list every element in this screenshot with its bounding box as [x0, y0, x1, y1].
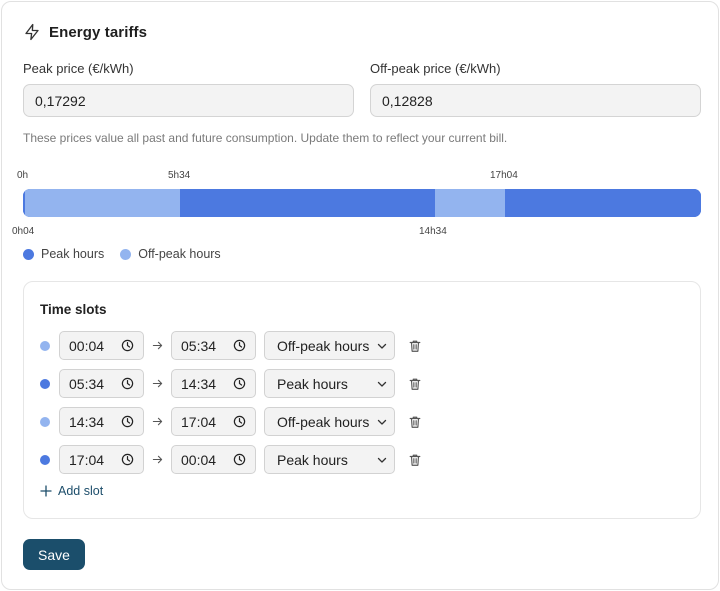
timeline-segment-peak [180, 189, 435, 217]
slot-end-time-input[interactable]: 05:34 [171, 331, 256, 360]
tariff-timeline: 0h 5h34 17h04 0h04 14h34 [12, 167, 701, 242]
offpeak-price-field: Off-peak price (€/kWh) [370, 61, 701, 117]
slot-type-select[interactable]: Off-peak hours [264, 331, 395, 360]
timeline-tick: 0h [17, 170, 29, 181]
peak-price-input[interactable] [23, 84, 354, 117]
trash-icon[interactable] [407, 338, 423, 354]
card-header: Energy tariffs [23, 23, 147, 41]
slot-start-time-input[interactable]: 14:34 [59, 407, 144, 436]
slot-end-time-value: 05:34 [181, 337, 217, 354]
slot-type-value: Off-peak hours [277, 337, 370, 354]
slot-start-time-input[interactable]: 17:04 [59, 445, 144, 474]
help-text: These prices value all past and future c… [23, 131, 508, 145]
trash-icon[interactable] [407, 414, 423, 430]
clock-icon[interactable] [121, 339, 134, 352]
arrow-right-icon [144, 416, 171, 427]
slot-type-dot [40, 416, 50, 427]
slot-type-value: Peak hours [277, 451, 348, 468]
slot-start-time-value: 05:34 [69, 375, 105, 392]
slot-type-dot [40, 378, 50, 389]
timeline-tick: 5h34 [168, 170, 191, 181]
timeline-segment-offpeak [434, 189, 506, 217]
slot-end-time-value: 14:34 [181, 375, 217, 392]
chevron-down-icon [377, 379, 387, 389]
time-slots-title: Time slots [40, 302, 107, 317]
slot-type-dot [40, 454, 50, 465]
offpeak-dot [120, 248, 132, 260]
clock-icon[interactable] [233, 339, 246, 352]
timeline-segment-offpeak [24, 189, 181, 217]
lightning-icon [23, 23, 41, 41]
timeline-tick: 14h34 [419, 226, 447, 237]
slot-end-time-input[interactable]: 00:04 [171, 445, 256, 474]
add-slot-button[interactable]: Add slot [40, 484, 103, 498]
chevron-down-icon [377, 341, 387, 351]
timeline-segment-peak [505, 189, 701, 217]
legend-label-peak: Peak hours [41, 247, 105, 261]
slot-type-value: Off-peak hours [277, 413, 370, 430]
timeline-tick: 17h04 [490, 170, 518, 181]
offpeak-price-label: Off-peak price (€/kWh) [370, 61, 501, 76]
time-slots-panel: Time slots 00:04 05:34 Off-peak hours 05… [23, 281, 701, 519]
offpeak-price-input[interactable] [370, 84, 701, 117]
trash-icon[interactable] [407, 452, 423, 468]
legend-label-offpeak: Off-peak hours [138, 247, 221, 261]
timeline-bar [23, 189, 701, 217]
save-button[interactable]: Save [23, 539, 85, 570]
chevron-down-icon [377, 417, 387, 427]
add-slot-label: Add slot [58, 484, 104, 498]
legend-item-offpeak: Off-peak hours [120, 247, 221, 261]
slot-row: 05:34 14:34 Peak hours [40, 369, 423, 398]
slot-end-time-value: 17:04 [181, 413, 217, 430]
clock-icon[interactable] [121, 453, 134, 466]
slot-type-select[interactable]: Off-peak hours [264, 407, 395, 436]
slot-type-select[interactable]: Peak hours [264, 445, 395, 474]
slot-row: 17:04 00:04 Peak hours [40, 445, 423, 474]
slot-end-time-value: 00:04 [181, 451, 217, 468]
slot-start-time-value: 17:04 [69, 451, 105, 468]
peak-price-label: Peak price (€/kWh) [23, 61, 134, 76]
trash-icon[interactable] [407, 376, 423, 392]
clock-icon[interactable] [121, 415, 134, 428]
energy-tariffs-card: Energy tariffs Peak price (€/kWh) Off-pe… [1, 1, 719, 590]
legend-item-peak: Peak hours [23, 247, 104, 261]
peak-price-field: Peak price (€/kWh) [23, 61, 354, 117]
clock-icon[interactable] [233, 453, 246, 466]
slot-start-time-input[interactable]: 00:04 [59, 331, 144, 360]
slot-end-time-input[interactable]: 14:34 [171, 369, 256, 398]
slot-end-time-input[interactable]: 17:04 [171, 407, 256, 436]
slot-start-time-value: 14:34 [69, 413, 105, 430]
slot-start-time-value: 00:04 [69, 337, 105, 354]
clock-icon[interactable] [233, 415, 246, 428]
arrow-right-icon [144, 340, 171, 351]
chevron-down-icon [377, 455, 387, 465]
slot-row: 14:34 17:04 Off-peak hours [40, 407, 423, 436]
arrow-right-icon [144, 454, 171, 465]
timeline-tick: 0h04 [12, 226, 35, 237]
slot-start-time-input[interactable]: 05:34 [59, 369, 144, 398]
slot-type-dot [40, 340, 50, 351]
legend: Peak hours Off-peak hours [23, 247, 237, 261]
peak-dot [23, 248, 34, 260]
clock-icon[interactable] [121, 377, 134, 390]
slot-row: 00:04 05:34 Off-peak hours [40, 331, 423, 360]
slot-type-value: Peak hours [277, 375, 348, 392]
arrow-right-icon [144, 378, 171, 389]
slot-type-select[interactable]: Peak hours [264, 369, 395, 398]
plus-icon [40, 485, 58, 497]
clock-icon[interactable] [233, 377, 246, 390]
card-title: Energy tariffs [49, 23, 148, 41]
